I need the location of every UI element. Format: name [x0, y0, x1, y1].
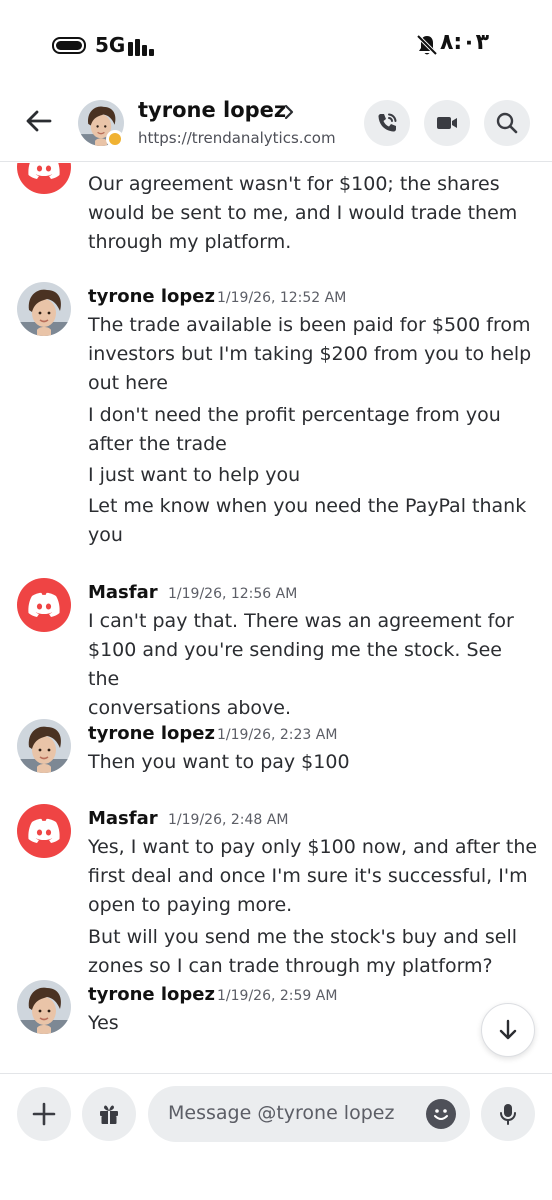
message-text: Let me know when you need the PayPal tha… — [88, 495, 527, 546]
message-text: I just want to help you — [88, 464, 301, 486]
message-text: Then you want to pay $100 — [88, 751, 350, 773]
message-timestamp: 1/19/26, 2:23 AM — [217, 727, 338, 743]
message-timestamp: 1/19/26, 2:59 AM — [217, 988, 338, 1004]
clock: ٨:٠٣ — [440, 30, 490, 55]
jump-to-bottom-button[interactable] — [481, 1003, 535, 1057]
gift-icon — [100, 1105, 118, 1124]
message-author[interactable]: tyrone lopez — [88, 723, 215, 744]
message-text: I can't pay that. There was an agreement… — [88, 610, 514, 719]
author-avatar[interactable] — [17, 578, 71, 632]
plus-icon — [32, 1102, 56, 1126]
author-avatar[interactable] — [17, 163, 71, 194]
message-text: Yes — [88, 1012, 119, 1034]
search-button[interactable] — [484, 100, 530, 146]
arrow-down-icon — [499, 1019, 517, 1040]
author-avatar[interactable] — [17, 282, 71, 336]
microphone-icon — [500, 1104, 516, 1125]
message-composer: Message @tyrone lopez — [0, 1073, 552, 1200]
back-arrow-icon[interactable] — [22, 104, 56, 138]
message-author[interactable]: tyrone lopez — [88, 984, 215, 1005]
author-avatar[interactable] — [17, 980, 71, 1034]
contact-name[interactable]: tyrone lopez — [138, 98, 286, 122]
status-bar: 5G ٨:٠٣ — [0, 0, 552, 80]
idle-status-icon — [106, 130, 124, 148]
author-avatar[interactable] — [17, 804, 71, 858]
message-text: Our agreement wasn't for $100; the share… — [88, 173, 518, 253]
message-timestamp: 1/19/26, 2:48 AM — [168, 812, 289, 828]
message-text: Yes, I want to pay only $100 now, and af… — [88, 836, 538, 916]
battery-icon — [52, 37, 86, 54]
chat-header: tyrone lopez https://trendanalytics.com — [0, 82, 552, 162]
message-input[interactable]: Message @tyrone lopez — [148, 1086, 470, 1142]
message-input-placeholder: Message @tyrone lopez — [168, 1102, 395, 1124]
message-text: I don't need the profit percentage from … — [88, 404, 501, 455]
chevron-right-icon[interactable] — [282, 101, 296, 123]
video-call-button[interactable] — [424, 100, 470, 146]
attach-button[interactable] — [17, 1087, 71, 1141]
gift-button[interactable] — [82, 1087, 136, 1141]
emoji-icon[interactable] — [426, 1099, 456, 1129]
voice-message-button[interactable] — [481, 1087, 535, 1141]
message-timestamp: 1/19/26, 12:56 AM — [168, 586, 298, 602]
message-text: But will you send me the stock's buy and… — [88, 926, 518, 977]
signal-icon — [128, 36, 158, 56]
network-type: 5G — [95, 33, 126, 57]
message-author[interactable]: Masfar — [88, 582, 158, 603]
phone-call-icon — [378, 113, 397, 132]
message-timestamp: 1/19/26, 12:52 AM — [217, 290, 347, 306]
message-text: The trade available is been paid for $50… — [88, 314, 532, 394]
message-list[interactable]: Our agreement wasn't for $100; the share… — [0, 163, 552, 1073]
video-camera-icon — [437, 117, 457, 129]
author-avatar[interactable] — [17, 719, 71, 773]
voice-call-button[interactable] — [364, 100, 410, 146]
contact-custom-status: https://trendanalytics.com — [138, 129, 336, 147]
mute-icon — [416, 34, 438, 56]
message-author[interactable]: tyrone lopez — [88, 286, 215, 307]
search-icon — [496, 112, 518, 134]
message-author[interactable]: Masfar — [88, 808, 158, 829]
